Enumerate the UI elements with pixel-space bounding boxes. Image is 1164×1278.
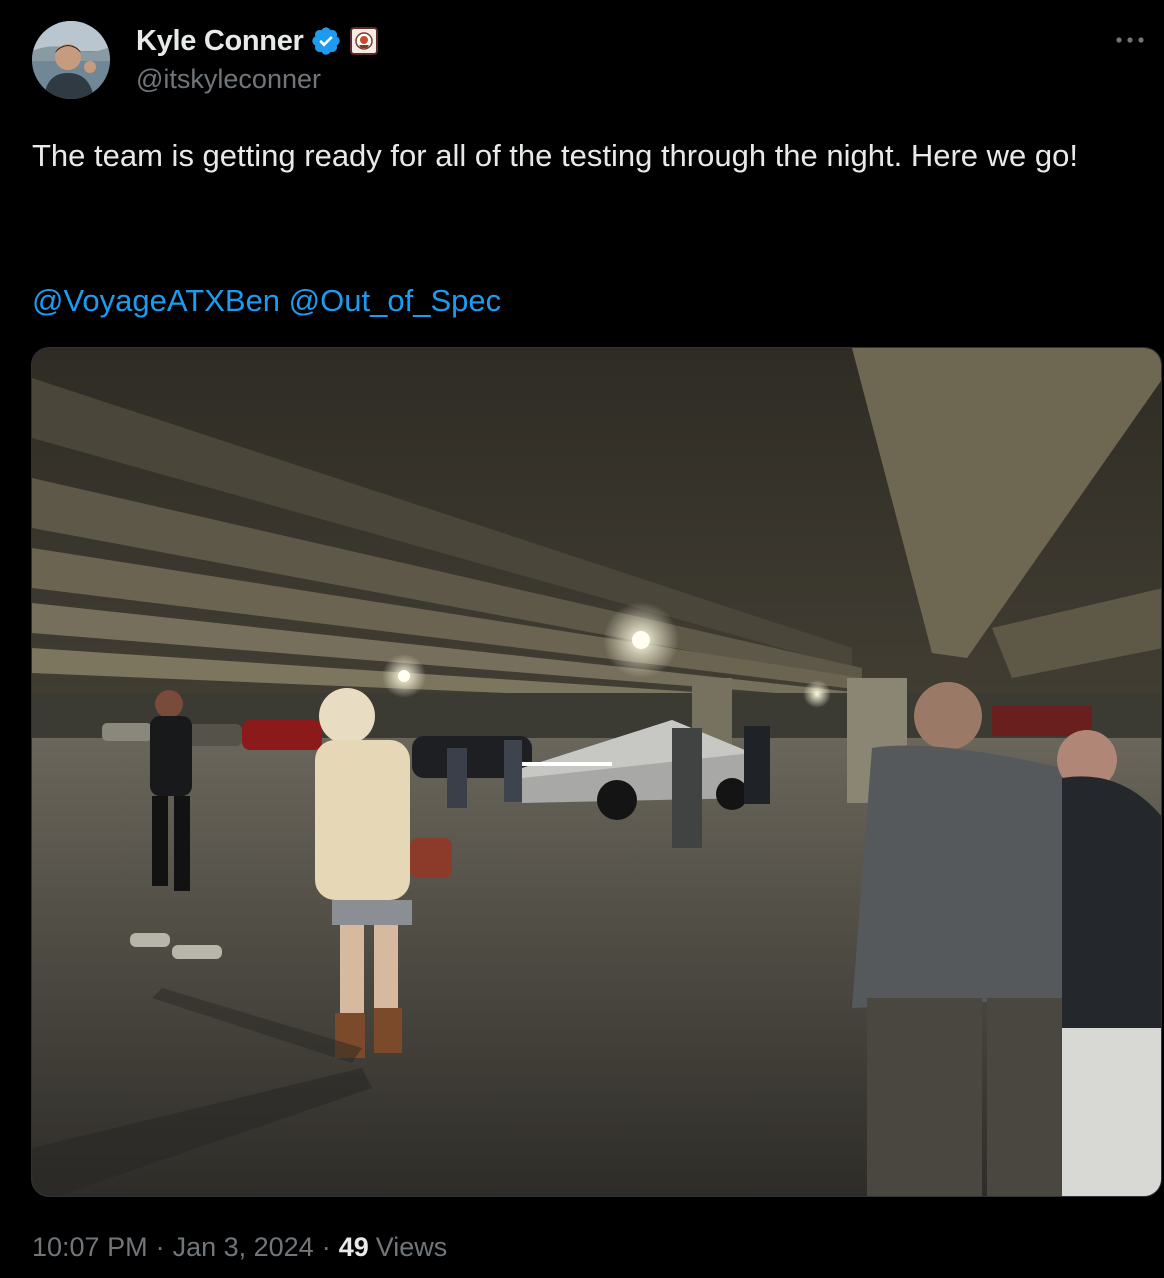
affiliate-badge-icon[interactable]: [349, 27, 378, 55]
mention-link[interactable]: @Out_of_Spec: [289, 283, 501, 318]
author-display-name[interactable]: Kyle Conner: [136, 25, 304, 58]
author-name-row: Kyle Conner: [136, 22, 378, 60]
author-handle[interactable]: @itskyleconner: [136, 64, 321, 95]
tweet-date[interactable]: Jan 3, 2024: [173, 1232, 314, 1263]
meta-separator: ·: [321, 1232, 331, 1262]
photo-parking-garage: [32, 348, 1161, 1196]
tweet-mentions: @VoyageATXBen @Out_of_Spec: [32, 279, 501, 323]
tweet-meta: 10:07 PM · Jan 3, 2024 · 49 Views: [32, 1232, 447, 1263]
more-options-icon[interactable]: [1110, 20, 1150, 60]
verified-badge-icon[interactable]: [310, 25, 342, 57]
meta-separator: ·: [155, 1232, 165, 1262]
tweet-time[interactable]: 10:07 PM: [32, 1232, 148, 1263]
views-label: Views: [375, 1232, 448, 1262]
tweet-text: The team is getting ready for all of the…: [32, 138, 1078, 173]
user-avatar[interactable]: [32, 21, 110, 99]
views-count[interactable]: 49: [339, 1232, 369, 1263]
tweet-header: Kyle Conner @itskyleconner: [0, 0, 1164, 110]
mention-link[interactable]: @VoyageATXBen: [32, 283, 280, 318]
tweet-photo[interactable]: [31, 347, 1162, 1197]
